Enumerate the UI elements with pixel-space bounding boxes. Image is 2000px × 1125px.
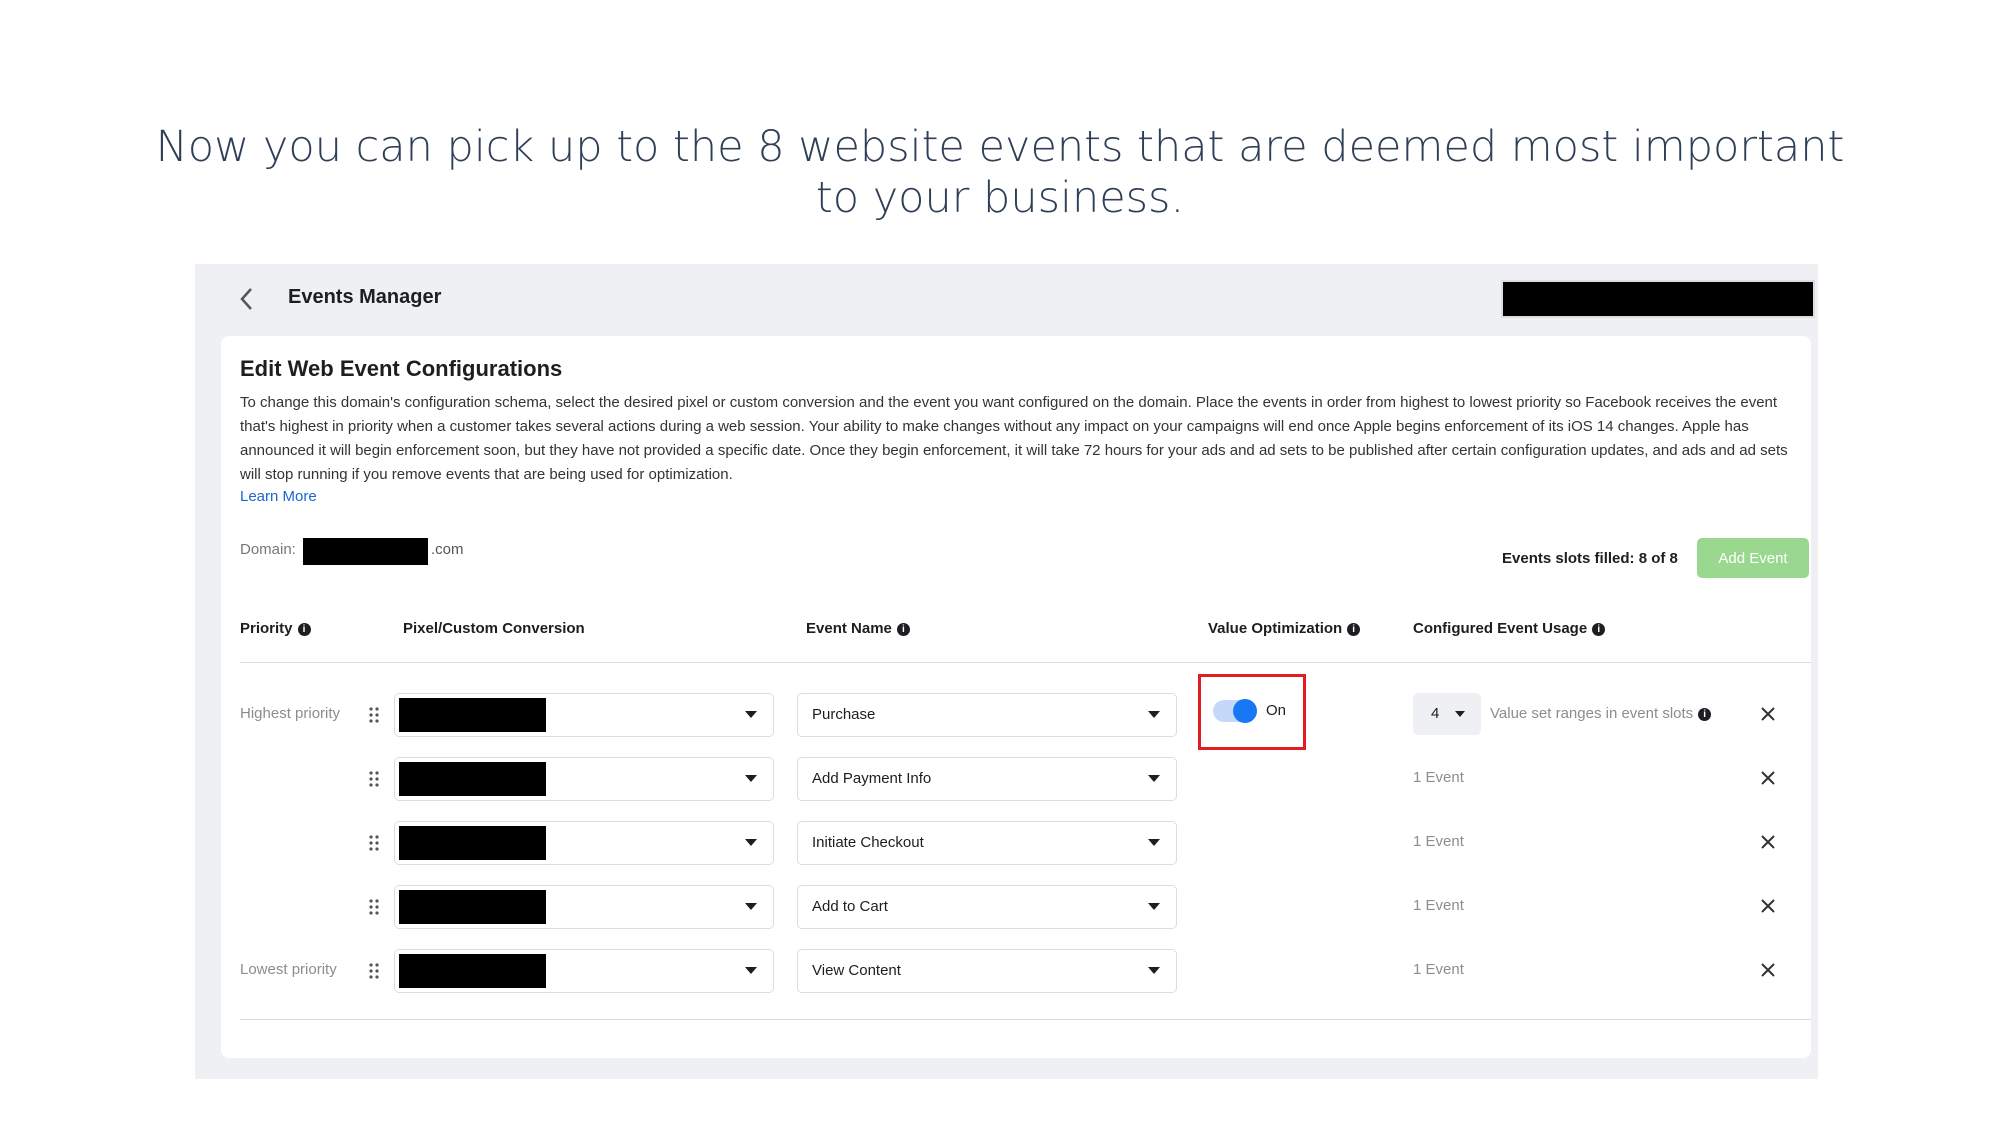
caret-down-icon <box>1455 711 1465 717</box>
value-range-label: Value set ranges in event slots <box>1490 705 1694 722</box>
info-icon[interactable]: i <box>1347 623 1361 636</box>
drag-handle-icon[interactable] <box>368 897 380 917</box>
event-select-value: Add to Cart <box>812 898 888 915</box>
caret-down-icon <box>1148 711 1160 718</box>
event-name-header-label: Event Name <box>806 620 892 637</box>
remove-event-icon[interactable] <box>1757 895 1779 917</box>
drag-handle-icon[interactable] <box>368 705 380 725</box>
event-select[interactable]: Add to Cart <box>797 885 1177 929</box>
app-title: Events Manager <box>288 286 442 308</box>
redacted-pixel <box>399 826 546 860</box>
event-usage: 1 Event <box>1413 833 1464 850</box>
info-icon[interactable]: i <box>1698 708 1712 721</box>
info-icon[interactable]: i <box>896 623 910 636</box>
pixel-header-label: Pixel/Custom Conversion <box>403 620 585 637</box>
event-row: Add Payment Info 1 Event <box>221 757 1811 803</box>
toggle-label: On <box>1266 702 1287 719</box>
remove-event-icon[interactable] <box>1757 959 1779 981</box>
toggle-knob <box>1233 699 1257 723</box>
header-divider <box>240 662 1811 663</box>
caret-down-icon <box>745 967 757 974</box>
slots-filled-text: Events slots filled: 8 of 8 <box>1502 550 1678 567</box>
caret-down-icon <box>745 903 757 910</box>
drag-handle-icon[interactable] <box>368 961 380 981</box>
priority-header-label: Priority <box>240 620 293 637</box>
redacted-pixel <box>399 890 546 924</box>
value-optimization-header-label: Value Optimization <box>1208 620 1343 637</box>
event-select-value: View Content <box>812 962 901 979</box>
pixel-select[interactable] <box>394 821 774 865</box>
caret-down-icon <box>1148 967 1160 974</box>
pixel-select[interactable] <box>394 949 774 993</box>
back-arrow-icon[interactable] <box>237 286 257 312</box>
pixel-select[interactable] <box>394 757 774 801</box>
redacted-pixel <box>399 954 546 988</box>
top-bar: Events Manager <box>195 264 1818 334</box>
event-usage: 1 Event <box>1413 897 1464 914</box>
add-event-button[interactable]: Add Event <box>1697 538 1809 578</box>
footer-divider <box>240 1019 1811 1020</box>
caret-down-icon <box>745 775 757 782</box>
info-icon[interactable]: i <box>1592 623 1606 636</box>
slots-count-select[interactable]: 4 <box>1413 693 1481 735</box>
event-select[interactable]: Add Payment Info <box>797 757 1177 801</box>
redacted-domain <box>303 538 428 565</box>
learn-more-link[interactable]: Learn More <box>240 488 317 505</box>
value-range-text: Value set ranges in event slots i <box>1490 705 1712 722</box>
events-manager-screenshot: Events Manager Edit Web Event Configurat… <box>195 264 1818 1079</box>
caret-down-icon <box>1148 903 1160 910</box>
event-row: Lowest priority View Content 1 Event <box>221 949 1811 995</box>
remove-event-icon[interactable] <box>1757 703 1779 725</box>
priority-header: Priority i <box>240 620 311 637</box>
info-icon[interactable]: i <box>297 623 311 636</box>
remove-event-icon[interactable] <box>1757 767 1779 789</box>
remove-event-icon[interactable] <box>1757 831 1779 853</box>
pixel-select[interactable] <box>394 885 774 929</box>
caret-down-icon <box>1148 839 1160 846</box>
event-select[interactable]: View Content <box>797 949 1177 993</box>
event-usage: 1 Event <box>1413 961 1464 978</box>
slots-count-value: 4 <box>1431 705 1440 722</box>
event-select-value: Purchase <box>812 706 876 723</box>
card-title: Edit Web Event Configurations <box>240 356 563 381</box>
pixel-select[interactable] <box>394 693 774 737</box>
config-card: Edit Web Event Configurations To change … <box>221 336 1811 1058</box>
value-optimization-header: Value Optimization i <box>1208 620 1361 637</box>
event-select[interactable]: Purchase <box>797 693 1177 737</box>
event-name-header: Event Name i <box>806 620 910 637</box>
caret-down-icon <box>1148 775 1160 782</box>
event-row: Initiate Checkout 1 Event <box>221 821 1811 867</box>
caret-down-icon <box>745 711 757 718</box>
drag-handle-icon[interactable] <box>368 833 380 853</box>
redacted-pixel <box>399 698 546 732</box>
pixel-header: Pixel/Custom Conversion <box>403 620 585 637</box>
event-select-value: Add Payment Info <box>812 770 932 787</box>
event-select[interactable]: Initiate Checkout <box>797 821 1177 865</box>
domain-suffix: .com <box>431 541 464 558</box>
slide-title: Now you can pick up to the 8 website eve… <box>155 122 1845 223</box>
value-optimization-toggle[interactable] <box>1213 699 1257 723</box>
priority-label: Highest priority <box>240 705 341 722</box>
usage-header: Configured Event Usage i <box>1413 620 1606 637</box>
priority-label: Lowest priority <box>240 961 337 978</box>
domain-label: Domain: <box>240 541 296 558</box>
description-text: To change this domain's configuration sc… <box>240 394 1788 483</box>
event-usage: 1 Event <box>1413 769 1464 786</box>
drag-handle-icon[interactable] <box>368 769 380 789</box>
value-optimization-highlight: On <box>1198 674 1306 750</box>
caret-down-icon <box>745 839 757 846</box>
redacted-account-block <box>1501 280 1815 318</box>
redacted-pixel <box>399 762 546 796</box>
event-row: Highest priority Purchase On 4 Value set… <box>221 674 1811 750</box>
event-select-value: Initiate Checkout <box>812 834 924 851</box>
usage-header-label: Configured Event Usage <box>1413 620 1588 637</box>
event-row: Add to Cart 1 Event <box>221 885 1811 931</box>
